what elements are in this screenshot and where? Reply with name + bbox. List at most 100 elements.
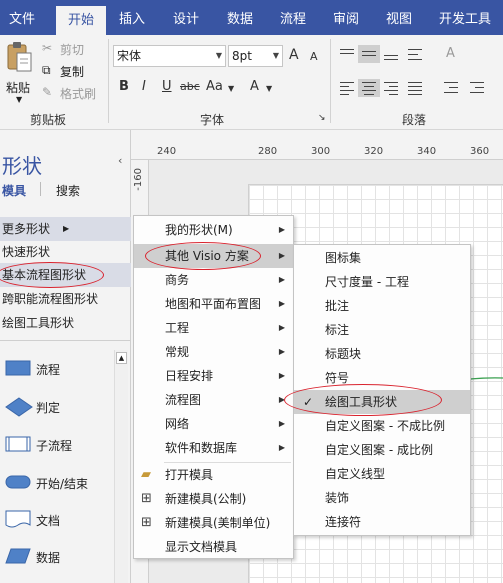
submenu-item-annotations[interactable]: 批注	[294, 294, 470, 318]
font-name-value: 宋体	[117, 49, 142, 63]
chevron-right-icon: ▶	[278, 275, 285, 284]
menu-item-network[interactable]: 网络 ▶	[134, 412, 293, 436]
align-bottom-button[interactable]	[380, 45, 402, 63]
submenu-item-custom-line[interactable]: 自定义线型	[294, 462, 470, 486]
tab-design[interactable]: 设计	[164, 0, 208, 35]
tab-search[interactable]: 搜索	[56, 182, 80, 199]
align-right-button[interactable]	[380, 79, 402, 97]
brush-icon: ✎	[42, 85, 53, 99]
menu-item-open-stencil[interactable]: ▰ 打开模具	[134, 463, 293, 487]
more-shapes-item[interactable]: 更多形状 ▶	[0, 217, 131, 241]
group-divider	[108, 39, 109, 123]
menu-item-maps[interactable]: 地图和平面布置图 ▶	[134, 292, 293, 316]
shape-start-end[interactable]: 开始/结束	[0, 469, 114, 499]
submenu-item-dimensioning[interactable]: 尺寸度量 - 工程	[294, 270, 470, 294]
submenu-item-decorations[interactable]: 装饰	[294, 486, 470, 510]
tab-file[interactable]: 文件	[0, 0, 44, 35]
align-left-button[interactable]	[336, 79, 358, 97]
grow-indent-icon[interactable]: A	[446, 46, 455, 61]
submenu-item-icon-sets[interactable]: 图标集	[294, 246, 470, 270]
shape-label: 开始/结束	[36, 477, 89, 491]
terminator-shape-icon	[5, 475, 31, 489]
scroll-up-icon[interactable]: ▲	[116, 352, 127, 364]
menu-item-engineering[interactable]: 工程 ▶	[134, 316, 293, 340]
grow-font-button[interactable]: A	[289, 47, 299, 63]
decision-shape-icon	[5, 397, 33, 417]
align-top-button[interactable]	[336, 45, 358, 63]
menu-item-software[interactable]: 软件和数据库 ▶	[134, 436, 293, 460]
shape-data[interactable]: 数据	[0, 543, 114, 573]
menu-item-flowchart[interactable]: 流程图 ▶	[134, 388, 293, 412]
justify-button[interactable]	[404, 79, 426, 97]
ribbon-tab-bar: 文件 开始 插入 设计 数据 流程 审阅 视图 开发工具	[0, 0, 503, 35]
align-center-button[interactable]	[358, 79, 380, 97]
tab-developer[interactable]: 开发工具	[432, 0, 498, 35]
menu-item-business[interactable]: 商务 ▶	[134, 268, 293, 292]
tab-stencils[interactable]: 模具	[2, 182, 26, 199]
font-color-button[interactable]: A	[250, 79, 259, 94]
cut-button[interactable]: ✂ 剪切	[42, 41, 92, 59]
text-direction-button[interactable]	[404, 45, 426, 63]
change-case-button[interactable]: Aa	[206, 79, 223, 94]
tab-process[interactable]: 流程	[271, 0, 315, 35]
chevron-down-icon: ▼	[272, 51, 279, 60]
tab-view[interactable]: 视图	[377, 0, 421, 35]
ruler-tick: 240	[157, 146, 177, 157]
copy-button[interactable]: ⧉ 复制	[42, 63, 92, 81]
quick-shapes-item[interactable]: 快速形状	[0, 240, 131, 264]
menu-item-show-document-stencil[interactable]: 显示文档模具	[134, 535, 293, 559]
tab-review[interactable]: 审阅	[324, 0, 368, 35]
shape-subprocess[interactable]: 子流程	[0, 431, 114, 461]
menu-item-general[interactable]: 常规 ▶	[134, 340, 293, 364]
font-dialog-launcher-icon[interactable]: ↘	[318, 113, 326, 123]
chevron-down-icon[interactable]: ▼	[228, 84, 234, 93]
shape-label: 判定	[36, 401, 61, 415]
scissors-icon: ✂	[42, 41, 53, 55]
menu-item-schedule[interactable]: 日程安排 ▶	[134, 364, 293, 388]
strikethrough-button[interactable]: abc	[180, 80, 200, 93]
font-size-combo[interactable]: 8pt ▼	[228, 45, 283, 67]
menu-item-new-stencil-metric[interactable]: ⊞ 新建模具(公制)	[134, 487, 293, 511]
shape-document[interactable]: 文档	[0, 506, 114, 536]
paste-button[interactable]: 粘贴 ▼	[4, 41, 36, 109]
submenu-item-custom-pattern-unscaled[interactable]: 自定义图案 - 不成比例	[294, 414, 470, 438]
paste-dropdown-icon[interactable]: ▼	[16, 95, 22, 104]
chevron-right-icon: ▶	[278, 419, 285, 428]
open-folder-icon: ▰	[141, 467, 151, 482]
chevron-right-icon: ▶	[278, 347, 285, 356]
cut-label: 剪切	[60, 43, 85, 57]
stencil-scrollbar[interactable]: ▲	[114, 350, 128, 583]
cross-functional-flowchart-item[interactable]: 跨职能流程图形状	[0, 287, 131, 311]
tab-data[interactable]: 数据	[218, 0, 262, 35]
drawing-tool-shapes-item[interactable]: 绘图工具形状	[0, 311, 131, 335]
italic-button[interactable]: I	[142, 79, 146, 94]
tab-home[interactable]: 开始	[56, 6, 106, 35]
decrease-indent-button[interactable]	[440, 79, 462, 97]
submenu-item-custom-pattern-scaled[interactable]: 自定义图案 - 成比例	[294, 438, 470, 462]
shape-process[interactable]: 流程	[0, 355, 114, 385]
increase-indent-button[interactable]	[466, 79, 488, 97]
grid-icon: ⊞	[141, 491, 152, 506]
font-name-combo[interactable]: 宋体 ▼	[113, 45, 226, 67]
align-middle-button[interactable]	[358, 45, 380, 63]
chevron-right-icon: ▶	[278, 371, 285, 380]
menu-item-my-shapes[interactable]: 我的形状(M) ▶	[134, 218, 293, 242]
format-painter-label: 格式刷	[60, 87, 97, 101]
submenu-item-title-blocks[interactable]: 标题块	[294, 342, 470, 366]
tab-divider	[40, 182, 41, 196]
bold-button[interactable]: B	[119, 79, 129, 94]
ruler-tick: 280	[258, 146, 278, 157]
process-shape-icon	[5, 360, 31, 376]
ruler-tick: 320	[364, 146, 384, 157]
underline-button[interactable]: U	[162, 79, 172, 94]
format-painter-button[interactable]: ✎ 格式刷	[42, 85, 104, 103]
collapse-pane-icon[interactable]: ‹	[118, 154, 122, 167]
submenu-item-connectors[interactable]: 连接符	[294, 510, 470, 534]
tab-insert[interactable]: 插入	[110, 0, 154, 35]
shape-label: 子流程	[36, 439, 73, 453]
chevron-down-icon[interactable]: ▼	[266, 84, 272, 93]
submenu-item-callouts[interactable]: 标注	[294, 318, 470, 342]
shrink-font-button[interactable]: A	[310, 50, 318, 63]
shape-decision[interactable]: 判定	[0, 393, 114, 423]
menu-item-new-stencil-us[interactable]: ⊞ 新建模具(美制单位)	[134, 511, 293, 535]
